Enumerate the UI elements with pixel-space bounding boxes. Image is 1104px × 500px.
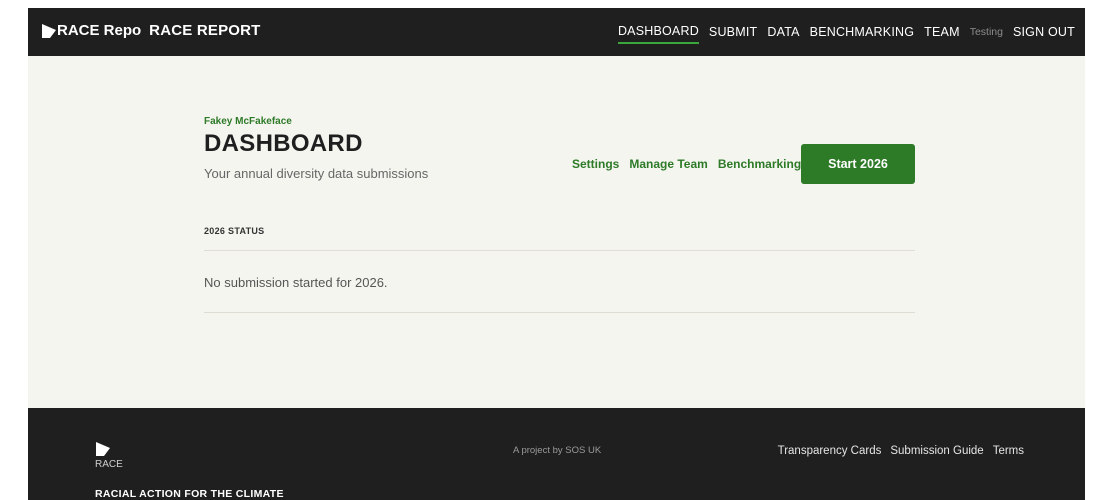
nav-item-team[interactable]: TEAM — [924, 21, 960, 43]
manage-team-link[interactable]: Manage Team — [629, 157, 707, 171]
footer-tagline: RACIAL ACTION FOR THE CLIMATE — [95, 488, 284, 500]
nav-item-data[interactable]: DATA — [767, 21, 799, 43]
divider — [204, 250, 915, 251]
page-title: DASHBOARD — [204, 130, 363, 157]
divider — [204, 312, 915, 313]
submission-guide-link[interactable]: Submission Guide — [890, 445, 983, 457]
brand-title: RACE Repo — [57, 22, 142, 39]
footer-logo-text: RACE — [95, 459, 123, 470]
nav-item-submit[interactable]: SUBMIT — [709, 21, 757, 43]
dashboard-quick-links: Settings Manage Team Benchmarking — [572, 157, 811, 171]
settings-link[interactable]: Settings — [572, 157, 619, 171]
status-heading: 2026 STATUS — [204, 226, 265, 236]
nav-item-benchmarking[interactable]: BENCHMARKING — [810, 21, 915, 43]
environment-label: Testing — [969, 26, 1003, 38]
top-navigation-bar: RACE Repo RACE REPORT DASHBOARD SUBMIT D… — [28, 8, 1085, 56]
benchmarking-link[interactable]: Benchmarking — [718, 157, 801, 171]
terms-link[interactable]: Terms — [993, 445, 1024, 457]
main-nav: DASHBOARD SUBMIT DATA BENCHMARKING TEAM … — [608, 8, 1075, 56]
race-logo-icon — [96, 442, 110, 456]
footer: RACE RACIAL ACTION FOR THE CLIMATE A pro… — [28, 408, 1085, 500]
race-logo-icon — [42, 23, 56, 38]
page-subtitle: Your annual diversity data submissions — [204, 166, 429, 181]
transparency-cards-link[interactable]: Transparency Cards — [778, 445, 882, 457]
sign-out-link[interactable]: SIGN OUT — [1013, 21, 1075, 43]
footer-links: Transparency Cards Submission Guide Term… — [769, 445, 1024, 457]
status-message: No submission started for 2026. — [204, 275, 388, 290]
nav-item-dashboard[interactable]: DASHBOARD — [617, 20, 699, 44]
start-submission-button[interactable]: Start 2026 — [801, 144, 915, 184]
brand-report-name: RACE REPORT — [149, 22, 261, 39]
dashboard-main: Fakey McFakeface DASHBOARD Your annual d… — [28, 56, 1085, 408]
footer-project-credit: A project by SOS UK — [513, 445, 602, 456]
brand[interactable]: RACE Repo RACE REPORT — [42, 22, 261, 39]
user-name: Fakey McFakeface — [204, 116, 292, 127]
page: RACE Repo RACE REPORT DASHBOARD SUBMIT D… — [0, 0, 1104, 500]
